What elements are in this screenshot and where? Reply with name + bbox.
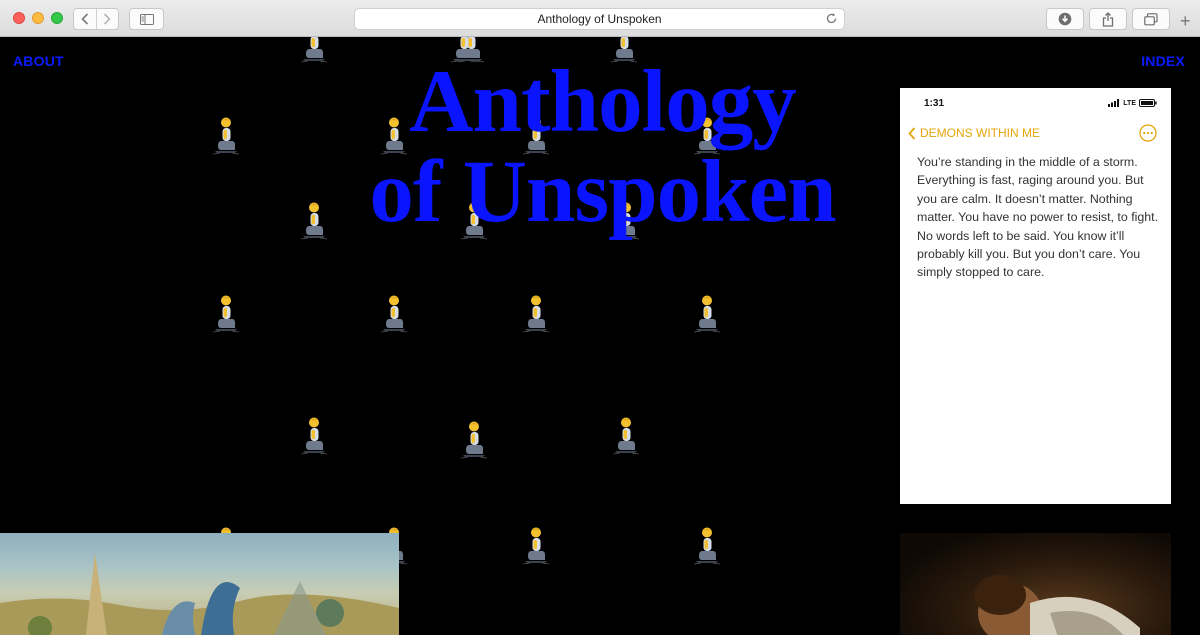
chevron-left-icon — [81, 13, 89, 25]
kneeling-person-icon — [212, 295, 240, 335]
downloads-button[interactable] — [1046, 8, 1084, 30]
reload-icon[interactable] — [825, 12, 838, 25]
notes-back-button[interactable]: DEMONS WITHIN ME — [908, 126, 1040, 140]
close-window-button[interactable] — [13, 12, 25, 24]
page-title-in-address-bar: Anthology of Unspoken — [537, 12, 662, 26]
kneeling-person-icon — [212, 117, 240, 157]
chevron-left-icon — [908, 126, 916, 140]
status-time: 1:31 — [924, 98, 945, 109]
site-title-line-1: Anthology — [409, 53, 797, 151]
kneeling-person-icon — [693, 295, 721, 335]
kneeling-person-icon — [300, 202, 328, 242]
tabs-icon — [1144, 12, 1158, 25]
sidebar-icon — [139, 13, 154, 25]
notes-back-label: DEMONS WITHIN ME — [920, 126, 1040, 140]
kneeling-person-icon — [693, 527, 721, 567]
sidebar-toggle-button[interactable] — [129, 8, 164, 30]
about-link[interactable]: ABOUT — [13, 53, 64, 69]
chevron-right-icon — [104, 13, 112, 25]
note-body-text: You’re standing in the middle of a storm… — [917, 155, 1159, 280]
status-indicators: LTE — [1108, 99, 1157, 107]
kneeling-person-icon — [380, 295, 408, 335]
kneeling-person-icon — [300, 37, 328, 65]
share-icon — [1102, 11, 1114, 27]
browser-toolbar: Anthology of Unspoken + — [0, 0, 1200, 37]
battery-icon — [1139, 99, 1157, 107]
page-content: ABOUT INDEX Anthology of Unspoken 1:31 L… — [0, 37, 1200, 635]
phone-note-card[interactable]: 1:31 LTE DEMONS WITHIN ME You’re standin… — [900, 88, 1171, 504]
kneeling-person-icon — [522, 527, 550, 567]
minimize-window-button[interactable] — [32, 12, 44, 24]
more-options-icon[interactable] — [1139, 124, 1157, 142]
kneeling-person-icon — [300, 417, 328, 457]
forward-button[interactable] — [95, 9, 118, 29]
site-title: Anthology of Unspoken — [330, 57, 875, 237]
download-icon — [1058, 12, 1072, 26]
kneeling-person-icon — [460, 421, 488, 461]
site-title-line-2: of Unspoken — [369, 143, 836, 241]
back-button[interactable] — [74, 9, 96, 29]
signal-icon — [1108, 99, 1120, 107]
zoom-window-button[interactable] — [51, 12, 63, 24]
index-link[interactable]: INDEX — [1141, 53, 1185, 69]
painting-image-left[interactable] — [0, 533, 399, 635]
portrait-painting-art — [974, 575, 1140, 635]
network-label: LTE — [1123, 99, 1136, 107]
new-tab-button[interactable]: + — [1180, 12, 1191, 30]
kneeling-person-icon — [612, 417, 640, 457]
share-button[interactable] — [1089, 8, 1127, 30]
tab-overview-button[interactable] — [1132, 8, 1170, 30]
history-nav — [73, 8, 119, 30]
kneeling-person-icon — [522, 295, 550, 335]
address-bar[interactable]: Anthology of Unspoken — [354, 8, 845, 30]
landscape-painting-art — [0, 553, 399, 635]
painting-image-right[interactable] — [900, 533, 1171, 635]
